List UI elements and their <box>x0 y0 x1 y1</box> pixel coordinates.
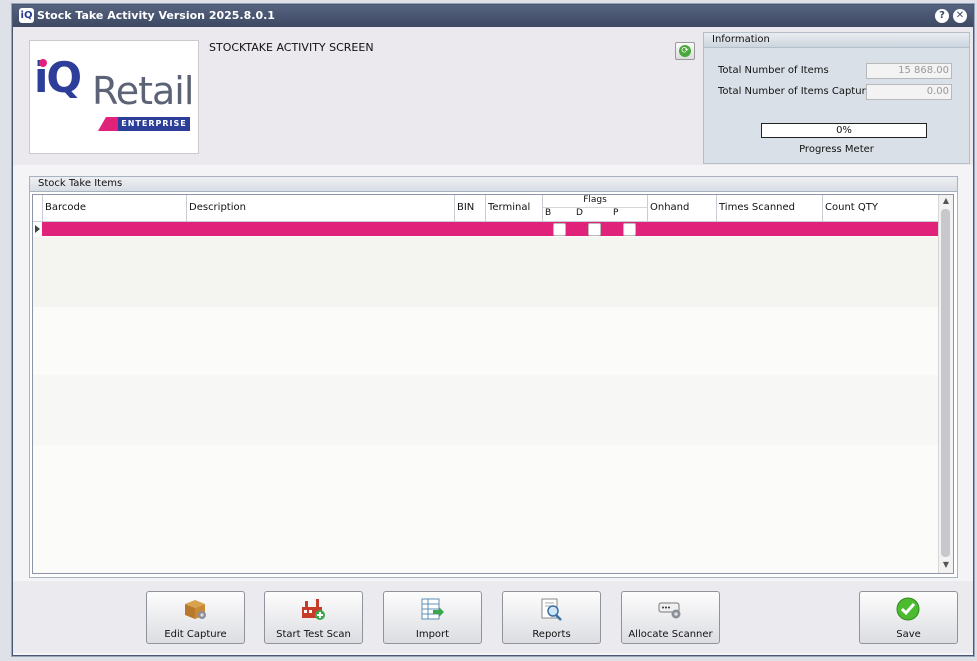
row-indicator-header <box>33 195 43 222</box>
allocate-scanner-button[interactable]: Allocate Scanner <box>621 591 720 644</box>
reports-label: Reports <box>532 629 571 640</box>
column-description-label: Description <box>189 202 246 213</box>
logo-enterprise-text: ENTERPRISE <box>118 117 190 131</box>
column-count-qty-label: Count QTY <box>825 202 878 213</box>
report-magnifier-icon <box>541 598 562 621</box>
box-icon <box>185 600 206 619</box>
logo-retail-text: Retail <box>92 69 194 113</box>
table-row-selected[interactable] <box>33 222 939 236</box>
vertical-scrollbar[interactable]: ▲ ▼ <box>938 195 953 573</box>
scroll-down-icon[interactable]: ▼ <box>939 560 953 572</box>
column-times-scanned-label: Times Scanned <box>719 202 796 213</box>
column-description[interactable]: Description <box>187 195 455 222</box>
column-onhand[interactable]: Onhand <box>648 195 717 222</box>
column-barcode[interactable]: Barcode <box>43 195 187 222</box>
progress-percent: 0% <box>836 125 852 136</box>
flag-b-label: B <box>545 208 552 218</box>
total-items-label: Total Number of Items <box>718 65 829 76</box>
column-times-scanned[interactable]: Times Scanned <box>717 195 823 222</box>
edit-capture-button[interactable]: Edit Capture <box>146 591 245 644</box>
scroll-up-icon[interactable]: ▲ <box>939 196 953 208</box>
start-test-scan-button[interactable]: Start Test Scan <box>264 591 363 644</box>
captured-items-label: Total Number of Items Captured <box>718 86 878 97</box>
app-icon: iQ <box>19 8 34 23</box>
column-barcode-label: Barcode <box>45 202 86 213</box>
save-button[interactable]: Save <box>859 591 958 644</box>
checkmark-icon <box>896 597 920 621</box>
start-test-scan-label: Start Test Scan <box>276 629 351 640</box>
column-onhand-label: Onhand <box>650 202 690 213</box>
window-title: Stock Take Activity Version 2025.8.0.1 <box>37 9 275 22</box>
stock-take-items-title: Stock Take Items <box>30 177 957 192</box>
close-button[interactable]: ✕ <box>953 9 967 23</box>
flag-p-label: P <box>613 208 619 218</box>
column-terminal-label: Terminal <box>488 202 531 213</box>
flag-d-checkbox[interactable] <box>588 223 601 236</box>
header-area: iQ Retail ENTERPRISE STOCKTAKE ACTIVITY … <box>13 27 973 165</box>
flag-p-checkbox[interactable] <box>623 223 636 236</box>
scanner-gear-icon <box>658 602 681 619</box>
total-items-field: 15 868.00 <box>866 63 952 79</box>
help-button[interactable]: ? <box>935 9 949 23</box>
main-window: iQ Stock Take Activity Version 2025.8.0.… <box>12 4 974 656</box>
edit-capture-label: Edit Capture <box>164 629 227 640</box>
column-flags-label: Flags <box>543 195 647 208</box>
title-bar[interactable]: iQ Stock Take Activity Version 2025.8.0.… <box>13 5 973 27</box>
progress-meter: 0% <box>761 123 927 138</box>
refresh-button[interactable]: ⟳ <box>675 42 695 60</box>
column-flags[interactable]: Flags B D P <box>543 195 648 222</box>
import-button[interactable]: Import <box>383 591 482 644</box>
flag-b-checkbox[interactable] <box>553 223 566 236</box>
stock-take-items-grid[interactable]: Barcode Description BIN Terminal Flags B… <box>32 194 954 574</box>
save-label: Save <box>896 629 921 640</box>
screen-title: STOCKTAKE ACTIVITY SCREEN <box>209 41 374 54</box>
information-panel-title: Information <box>704 33 969 48</box>
scrollbar-thumb[interactable] <box>941 209 950 557</box>
stock-take-items-panel: Stock Take Items Barcode Description BIN… <box>29 176 958 578</box>
import-label: Import <box>415 629 450 640</box>
refresh-icon: ⟳ <box>679 45 691 57</box>
progress-meter-label: Progress Meter <box>799 144 874 155</box>
column-terminal[interactable]: Terminal <box>486 195 543 222</box>
empty-grid-area <box>33 237 939 307</box>
logo-dot <box>39 59 47 67</box>
column-bin[interactable]: BIN <box>455 195 486 222</box>
factory-icon <box>302 599 325 620</box>
information-panel: Information Total Number of Items 15 868… <box>703 32 970 164</box>
empty-grid-area <box>33 375 939 445</box>
reports-button[interactable]: Reports <box>502 591 601 644</box>
captured-items-field: 0.00 <box>866 84 952 100</box>
allocate-scanner-label: Allocate Scanner <box>628 629 713 640</box>
iq-retail-logo: iQ Retail ENTERPRISE <box>29 40 199 154</box>
column-count-qty[interactable]: Count QTY <box>823 195 940 222</box>
flag-d-label: D <box>576 208 583 218</box>
button-bar: Edit Capture Start Test Scan Import Repo… <box>13 581 973 653</box>
row-indicator-arrow-icon <box>33 222 42 236</box>
column-bin-label: BIN <box>457 202 475 213</box>
import-spreadsheet-icon <box>421 598 444 620</box>
